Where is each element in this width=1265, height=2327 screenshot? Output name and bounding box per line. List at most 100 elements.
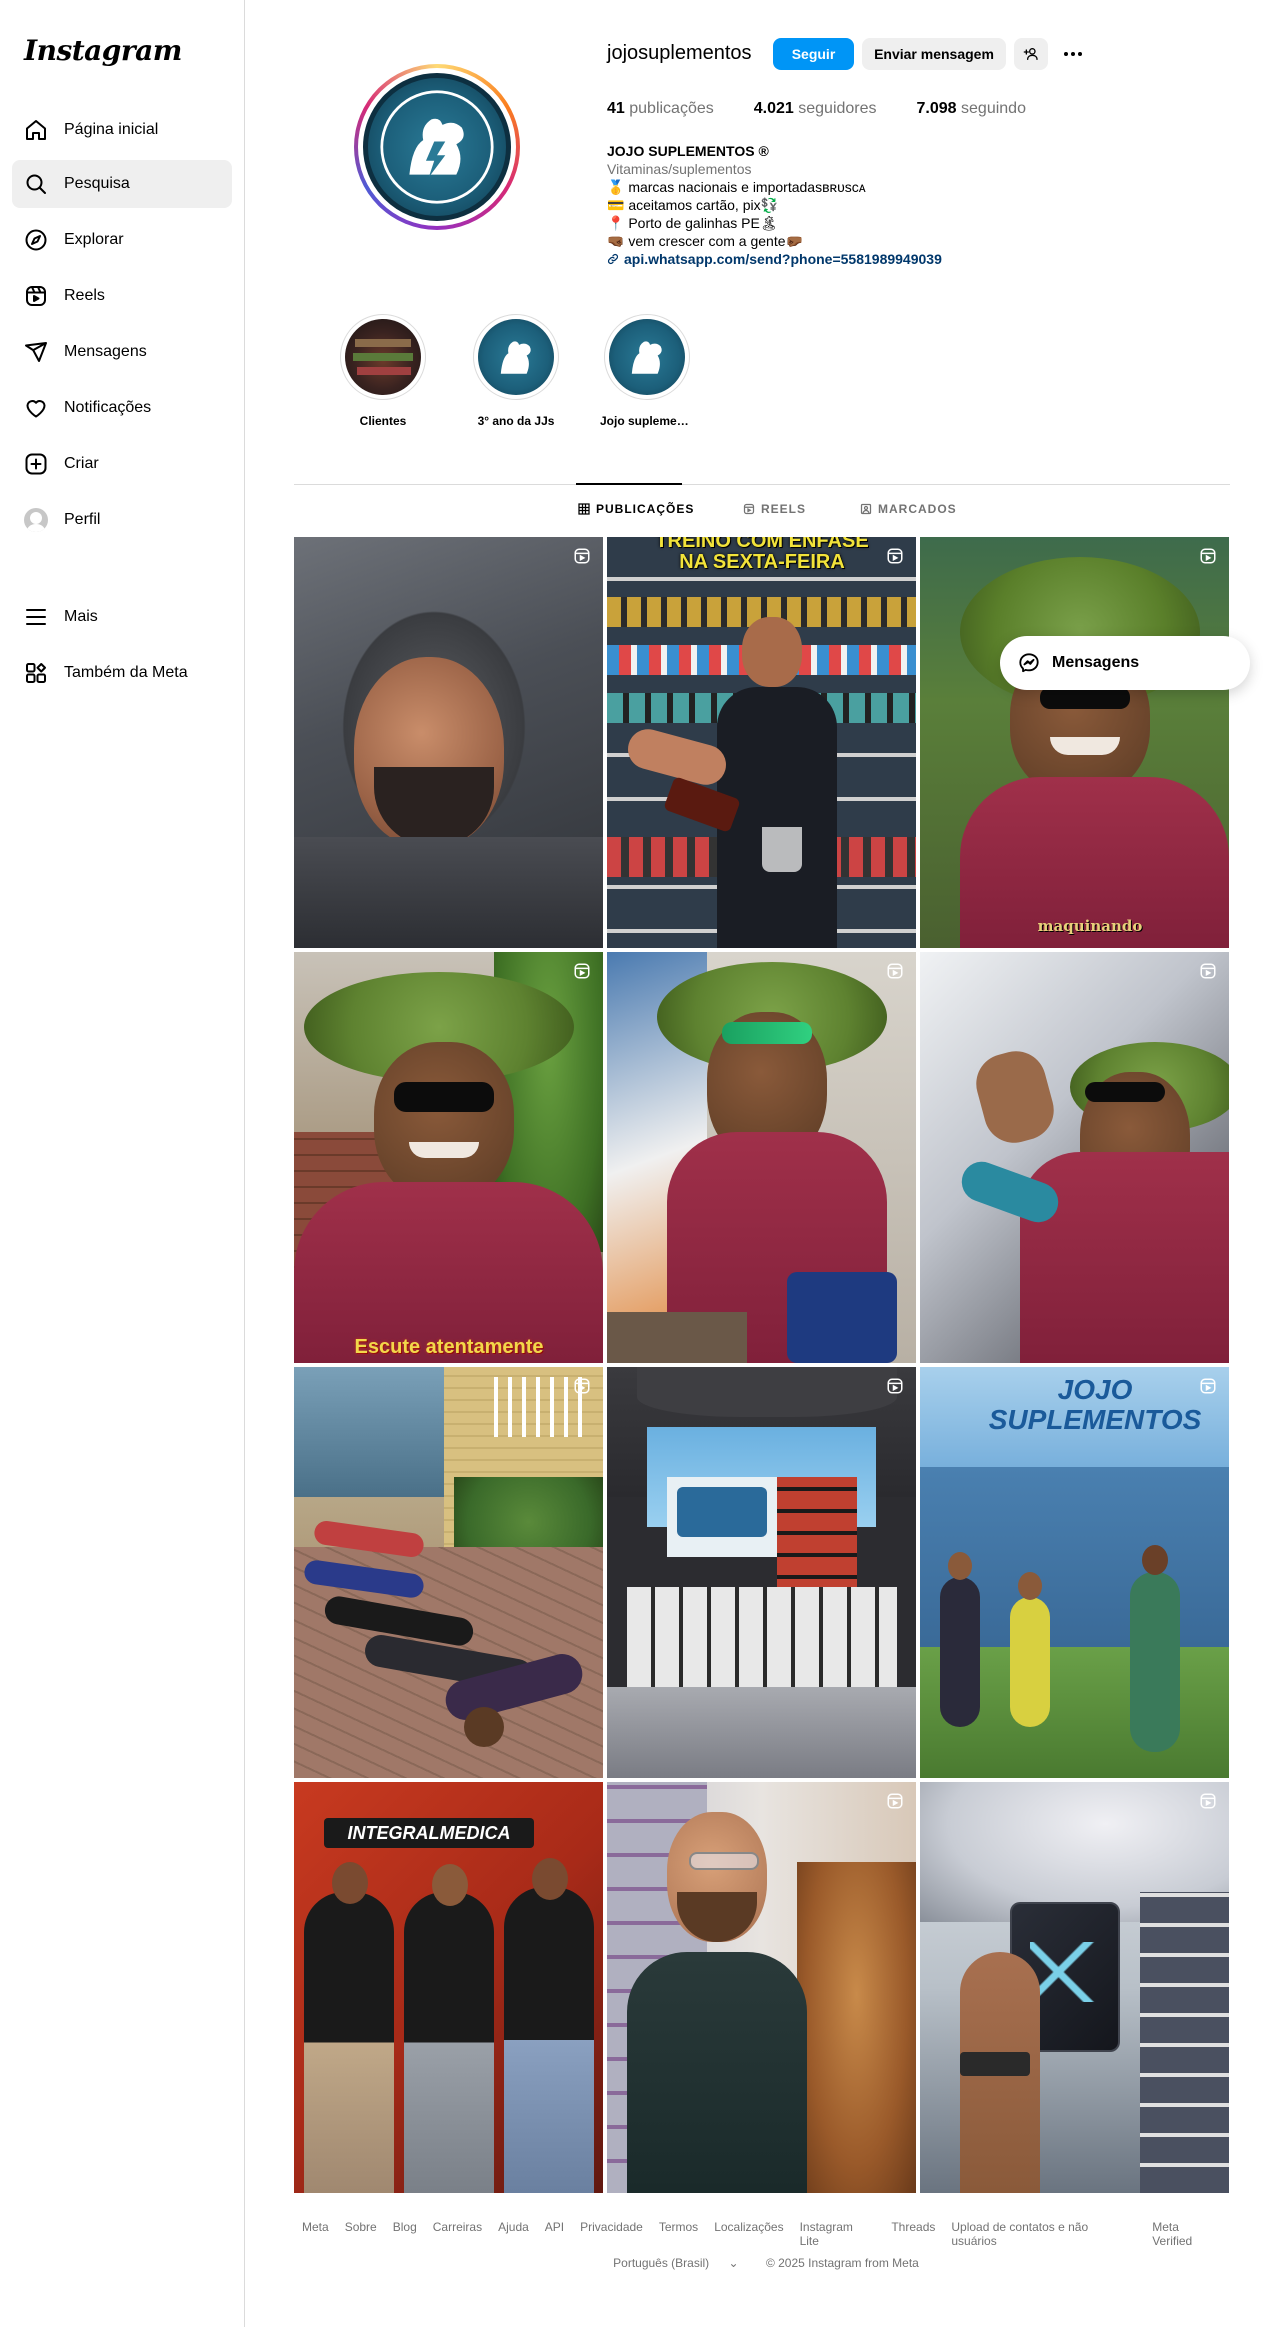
post-tile[interactable]: maquinando (920, 537, 1229, 948)
sidebar-item-label: Mais (64, 608, 98, 625)
sidebar-item-label: Notificações (64, 399, 152, 416)
bio-link[interactable]: api.whatsapp.com/send?phone=558198994903… (607, 250, 942, 268)
reel-icon (574, 1378, 590, 1394)
brand-logo-icon (363, 73, 511, 221)
sidebar-item-label: Explorar (64, 231, 124, 248)
highlight-label: Clientes (359, 414, 407, 428)
posts-grid: TREINO COM ÊNFASE NA SEXTA-FEIRA maquina… (294, 537, 1230, 2193)
story-highlight[interactable]: 3° ano da JJs (469, 314, 563, 428)
footer-links: Meta Sobre Blog Carreiras Ajuda API Priv… (294, 2220, 1230, 2248)
sidebar-item-also-from-meta[interactable]: Também da Meta (12, 649, 232, 697)
sidebar-item-home[interactable]: Página inicial (12, 106, 232, 154)
highlight-cover (345, 319, 421, 395)
reel-icon (887, 1378, 903, 1394)
footer-link[interactable]: API (545, 2220, 564, 2248)
language-selector[interactable]: Português (Brasil) ⌄ (605, 2256, 746, 2270)
profile-bio: JOJO SUPLEMENTOS ® Vitaminas/suplementos… (607, 142, 942, 268)
reel-icon (574, 548, 590, 564)
send-icon (25, 342, 47, 362)
sidebar-item-messages[interactable]: Mensagens (12, 328, 232, 376)
reels-icon (26, 286, 46, 306)
more-options-icon[interactable] (1060, 42, 1086, 66)
suggest-accounts-button[interactable] (1014, 38, 1048, 70)
footer-link[interactable]: Meta Verified (1152, 2220, 1222, 2248)
bio-line: 📍 Porto de galinhas PE🏝 (607, 215, 778, 231)
active-tab-indicator (576, 483, 682, 485)
highlight-label: 3° ano da JJs (477, 414, 555, 428)
post-tile[interactable]: Escute atentamente (294, 952, 603, 1363)
footer-link[interactable]: Upload de contatos e não usuários (951, 2220, 1136, 2248)
sidebar-item-label: Reels (64, 287, 105, 304)
bio-line: 🤜🏾 vem crescer com a gente🤛🏾 (607, 233, 803, 249)
avatar (24, 508, 48, 532)
follow-button[interactable]: Seguir (773, 38, 854, 70)
post-tile[interactable] (294, 1367, 603, 1778)
post-tile[interactable]: JOJO SUPLEMENTOS (920, 1367, 1229, 1778)
sidebar-item-profile[interactable]: Perfil (12, 496, 232, 544)
reel-icon (574, 963, 590, 979)
store-sign-text: JOJO SUPLEMENTOS (988, 1374, 1202, 1435)
footer-link[interactable]: Meta (302, 2220, 329, 2248)
link-icon (607, 253, 619, 265)
footer-link[interactable]: Carreiras (433, 2220, 482, 2248)
footer-link[interactable]: Threads (891, 2220, 935, 2248)
grid-apps-icon (26, 663, 46, 683)
profile-name: JOJO SUPLEMENTOS ® (607, 143, 769, 159)
story-highlight[interactable]: Jojo suplementos (600, 314, 694, 428)
following-count[interactable]: 7.098 seguindo (917, 100, 1026, 118)
home-icon (26, 120, 46, 140)
post-tile[interactable] (607, 952, 916, 1363)
post-tile[interactable]: INTEGRALMEDICA (294, 1782, 603, 2193)
post-tile[interactable] (920, 1782, 1229, 2193)
reel-icon (1200, 548, 1216, 564)
sidebar-item-label: Criar (64, 455, 99, 472)
footer-bottom: Português (Brasil) ⌄ © 2025 Instagram fr… (294, 2256, 1230, 2270)
plus-square-icon (25, 453, 47, 475)
post-tile[interactable] (607, 1782, 916, 2193)
story-highlight[interactable]: Clientes (336, 314, 430, 428)
profile-username: jojosuplementos (607, 42, 752, 64)
sidebar-item-search[interactable]: Pesquisa (12, 160, 232, 208)
post-tile[interactable] (294, 537, 603, 948)
messages-floating-button[interactable]: Mensagens (1000, 636, 1250, 690)
footer-link[interactable]: Termos (659, 2220, 698, 2248)
sidebar-item-create[interactable]: Criar (12, 440, 232, 488)
profile-stats: 41 publicações 4.021 seguidores 7.098 se… (607, 100, 1066, 118)
sidebar-item-label: Também da Meta (64, 664, 188, 681)
post-tile[interactable] (920, 952, 1229, 1363)
tagged-icon (860, 503, 872, 515)
reels-icon (743, 503, 755, 515)
post-tile[interactable]: TREINO COM ÊNFASE NA SEXTA-FEIRA (607, 537, 916, 948)
footer-link[interactable]: Localizações (714, 2220, 783, 2248)
reel-icon (1200, 963, 1216, 979)
followers-count[interactable]: 4.021 seguidores (754, 100, 877, 118)
sidebar-item-label: Página inicial (64, 121, 159, 138)
footer-link[interactable]: Instagram Lite (800, 2220, 876, 2248)
send-message-button[interactable]: Enviar mensagem (862, 38, 1006, 70)
tab-tagged[interactable]: MARCADOS (860, 502, 957, 516)
posts-count[interactable]: 41 publicações (607, 100, 714, 118)
profile-category: Vitaminas/suplementos (607, 161, 752, 177)
footer-link[interactable]: Blog (393, 2220, 417, 2248)
footer-link[interactable]: Privacidade (580, 2220, 643, 2248)
bio-line: 💳 aceitamos cartão, pix💱 (607, 197, 779, 213)
tab-posts[interactable]: PUBLICAÇÕES (578, 502, 694, 516)
reel-icon (887, 1793, 903, 1809)
highlight-label: Jojo suplementos (600, 414, 694, 428)
sidebar-item-notifications[interactable]: Notificações (12, 384, 232, 432)
post-caption-overlay: TREINO COM ÊNFASE NA SEXTA-FEIRA (655, 537, 869, 573)
sidebar: Instagram Página inicial Pesquisa Explor… (0, 0, 245, 2327)
footer-link[interactable]: Ajuda (498, 2220, 529, 2248)
post-caption-overlay: maquinando (1037, 917, 1143, 935)
sidebar-item-explore[interactable]: Explorar (12, 216, 232, 264)
tab-reels[interactable]: REELS (743, 502, 806, 516)
profile-picture[interactable] (354, 64, 520, 230)
copyright: © 2025 Instagram from Meta (765, 2256, 919, 2270)
instagram-logo[interactable]: Instagram (24, 34, 182, 67)
chevron-down-icon: ⌄ (728, 2256, 739, 2270)
footer-link[interactable]: Sobre (345, 2220, 377, 2248)
post-tile[interactable] (607, 1367, 916, 1778)
sidebar-item-reels[interactable]: Reels (12, 272, 232, 320)
bio-line: 🥇 marcas nacionais e importadasʙʀᴜsᴄᴀ (607, 179, 866, 195)
sidebar-item-more[interactable]: Mais (12, 593, 232, 641)
